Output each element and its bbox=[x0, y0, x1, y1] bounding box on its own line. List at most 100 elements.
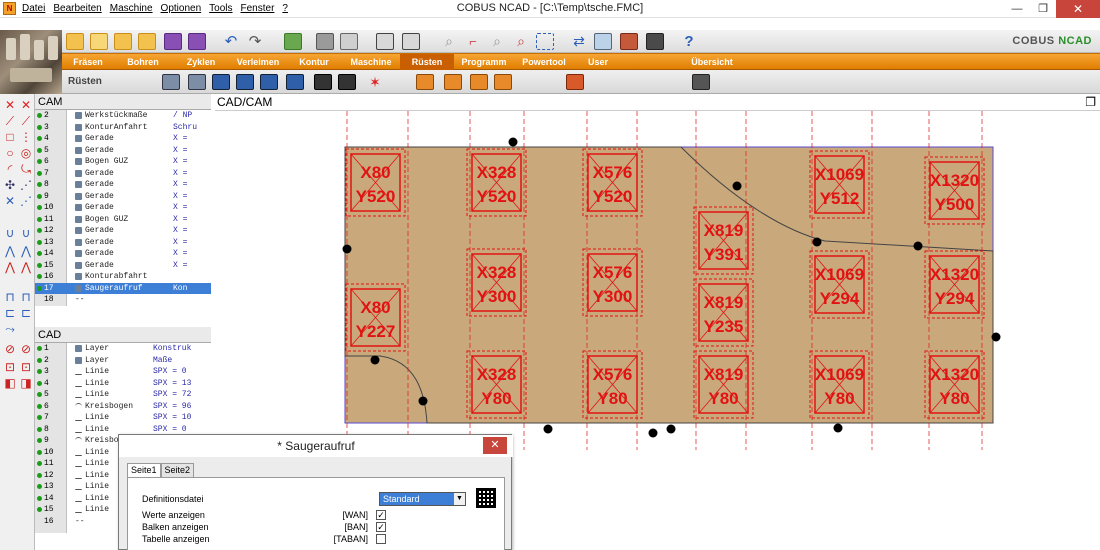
chamfer-tool-icon[interactable]: ⋰ bbox=[19, 178, 33, 192]
cam-row[interactable]: 10 Gerade X = bbox=[35, 202, 211, 214]
rectangle-tool-icon[interactable]: □ bbox=[3, 130, 17, 144]
tab-zyklen[interactable]: Zyklen bbox=[172, 54, 230, 70]
cam-row[interactable]: 6 Bogen GUZ X = bbox=[35, 156, 211, 168]
show-table-checkbox[interactable] bbox=[376, 534, 386, 544]
trim-tool-icon[interactable]: ✕ bbox=[3, 194, 17, 208]
arc-3pt-tool-icon[interactable]: ⤿ bbox=[19, 162, 33, 176]
dialog-close-button[interactable]: ✕ bbox=[483, 437, 507, 454]
menu-fenster[interactable]: Fenster bbox=[237, 2, 279, 16]
print-icon[interactable] bbox=[316, 33, 334, 50]
measure-tool-icon[interactable]: ⤳ bbox=[3, 322, 17, 336]
menu-datei[interactable]: Datei bbox=[18, 2, 49, 16]
zoom-out-icon[interactable]: ⌕ bbox=[488, 33, 506, 50]
magnet-2-tool-icon[interactable]: ∪ bbox=[19, 226, 33, 240]
close-button[interactable]: ✕ bbox=[1056, 0, 1100, 18]
copy-tool-icon[interactable]: ⊏ bbox=[19, 306, 33, 320]
polyline-tool-icon[interactable]: ⟋ bbox=[19, 114, 33, 128]
mirror-tool-icon[interactable]: ⋀ bbox=[3, 260, 17, 274]
snap-tool-icon[interactable]: ⋀ bbox=[3, 244, 17, 258]
cam-row[interactable]: 14 Gerade X = bbox=[35, 248, 211, 260]
vacuum-pod-2-icon[interactable] bbox=[188, 74, 206, 90]
qr-code-icon[interactable] bbox=[314, 74, 332, 90]
delete-all-icon[interactable]: ✕ bbox=[19, 98, 33, 112]
tab-bohren[interactable]: Bohren bbox=[114, 54, 172, 70]
cad-row[interactable]: 6 Kreisbogen SPX = 96 bbox=[35, 401, 211, 413]
tab-powertool[interactable]: Powertool bbox=[514, 54, 574, 70]
restore-button[interactable]: ❐ bbox=[1030, 0, 1056, 18]
redo-icon[interactable]: ↷ bbox=[246, 33, 264, 50]
new-file-icon[interactable] bbox=[90, 33, 108, 50]
sync-icon[interactable]: ⇄ bbox=[570, 33, 588, 50]
hatch-tool-icon[interactable]: ⊘ bbox=[3, 342, 17, 356]
cam-row[interactable]: 13 Gerade X = bbox=[35, 237, 211, 249]
tab-uebersicht[interactable]: Übersicht bbox=[682, 54, 742, 70]
cad-row[interactable]: 1 Layer Konstruk bbox=[35, 343, 211, 355]
tab-user[interactable]: User bbox=[574, 54, 622, 70]
cam-row[interactable]: 8 Gerade X = bbox=[35, 179, 211, 191]
qr-code-icon[interactable] bbox=[476, 488, 496, 508]
offset-tool-icon[interactable]: ⊓ bbox=[3, 290, 17, 304]
ungroup-tool-icon[interactable]: ⊡ bbox=[19, 360, 33, 374]
pattern-tool-icon[interactable]: ◧ bbox=[3, 376, 17, 390]
print-preview-icon[interactable] bbox=[340, 33, 358, 50]
new-folder-icon[interactable] bbox=[114, 33, 132, 50]
powertool-icon[interactable] bbox=[566, 74, 584, 90]
save-icon[interactable] bbox=[164, 33, 182, 50]
menu-bearbeiten[interactable]: Bearbeiten bbox=[49, 2, 105, 16]
extend-tool-icon[interactable]: ⋰ bbox=[19, 194, 33, 208]
save-as-icon[interactable] bbox=[188, 33, 206, 50]
folder-favorite-icon[interactable] bbox=[138, 33, 156, 50]
cam-row[interactable]: 4 Gerade X = bbox=[35, 133, 211, 145]
show-values-checkbox[interactable]: ✓ bbox=[376, 510, 386, 520]
line-tool-icon[interactable]: ⟋ bbox=[3, 114, 17, 128]
delete-icon[interactable]: ✕ bbox=[3, 98, 17, 112]
definition-file-select[interactable]: Standard ▼ bbox=[379, 492, 466, 506]
show-bars-checkbox[interactable]: ✓ bbox=[376, 522, 386, 532]
cam-row[interactable]: 18 -- bbox=[35, 294, 211, 306]
cam-row[interactable]: 17 Saugeraufruf Kon bbox=[35, 282, 211, 294]
suction-row-1-icon[interactable] bbox=[444, 74, 462, 90]
tab-ruesten[interactable]: Rüsten bbox=[400, 54, 454, 70]
cam-row[interactable]: 2 Werkstückmaße / NP bbox=[35, 110, 211, 122]
zoom-window-icon[interactable]: ⌐ bbox=[464, 33, 482, 50]
suction-all-icon[interactable] bbox=[494, 74, 512, 90]
array-tool-icon[interactable]: ◨ bbox=[19, 376, 33, 390]
tab-programm[interactable]: Programm bbox=[454, 54, 514, 70]
regenerate-icon[interactable] bbox=[402, 33, 420, 50]
menu-maschine[interactable]: Maschine bbox=[106, 2, 157, 16]
circle-center-tool-icon[interactable]: ◎ bbox=[19, 146, 33, 160]
suction-row-2-icon[interactable] bbox=[470, 74, 488, 90]
machine-icon[interactable] bbox=[646, 33, 664, 50]
offset-2-tool-icon[interactable]: ⊓ bbox=[19, 290, 33, 304]
magnet-tool-icon[interactable]: ∪ bbox=[3, 226, 17, 240]
tab-fraesen[interactable]: Fräsen bbox=[62, 54, 114, 70]
tab-seite2[interactable]: Seite2 bbox=[160, 463, 195, 477]
menu-help[interactable]: ? bbox=[278, 2, 292, 16]
clamp-4-icon[interactable] bbox=[286, 74, 304, 90]
dimension-tool-icon[interactable]: ⋮ bbox=[19, 130, 33, 144]
refresh-view-icon[interactable] bbox=[376, 33, 394, 50]
cad-row[interactable]: 7 Linie SPX = 10 bbox=[35, 412, 211, 424]
tab-verleimen[interactable]: Verleimen bbox=[230, 54, 286, 70]
home-icon[interactable] bbox=[620, 33, 638, 50]
vacuum-pod-icon[interactable] bbox=[162, 74, 180, 90]
cam-row[interactable]: 15 Gerade X = bbox=[35, 260, 211, 272]
cam-row[interactable]: 3 KonturAnfahrt Schru bbox=[35, 122, 211, 134]
tab-maschine[interactable]: Maschine bbox=[342, 54, 400, 70]
overview-icon[interactable] bbox=[692, 74, 710, 90]
undo-icon[interactable]: ↶ bbox=[222, 33, 240, 50]
fillet-tool-icon[interactable]: ✣ bbox=[3, 178, 17, 192]
chevron-down-icon[interactable]: ▼ bbox=[453, 493, 465, 505]
open-folder-icon[interactable] bbox=[66, 33, 84, 50]
app-logo-icon[interactable]: N bbox=[3, 2, 16, 15]
cam-row[interactable]: 5 Gerade X = bbox=[35, 145, 211, 157]
maximize-view-icon[interactable]: ❐ bbox=[1085, 94, 1096, 111]
scale-tool-icon[interactable]: ⊏ bbox=[3, 306, 17, 320]
clamp-3-icon[interactable] bbox=[260, 74, 278, 90]
tab-kontur[interactable]: Kontur bbox=[286, 54, 342, 70]
group-tool-icon[interactable]: ⊡ bbox=[3, 360, 17, 374]
clamp-2-icon[interactable] bbox=[236, 74, 254, 90]
cad-row[interactable]: 4 Linie SPX = 13 bbox=[35, 378, 211, 390]
tools-icon[interactable] bbox=[284, 33, 302, 50]
minimize-button[interactable]: — bbox=[1004, 0, 1030, 18]
